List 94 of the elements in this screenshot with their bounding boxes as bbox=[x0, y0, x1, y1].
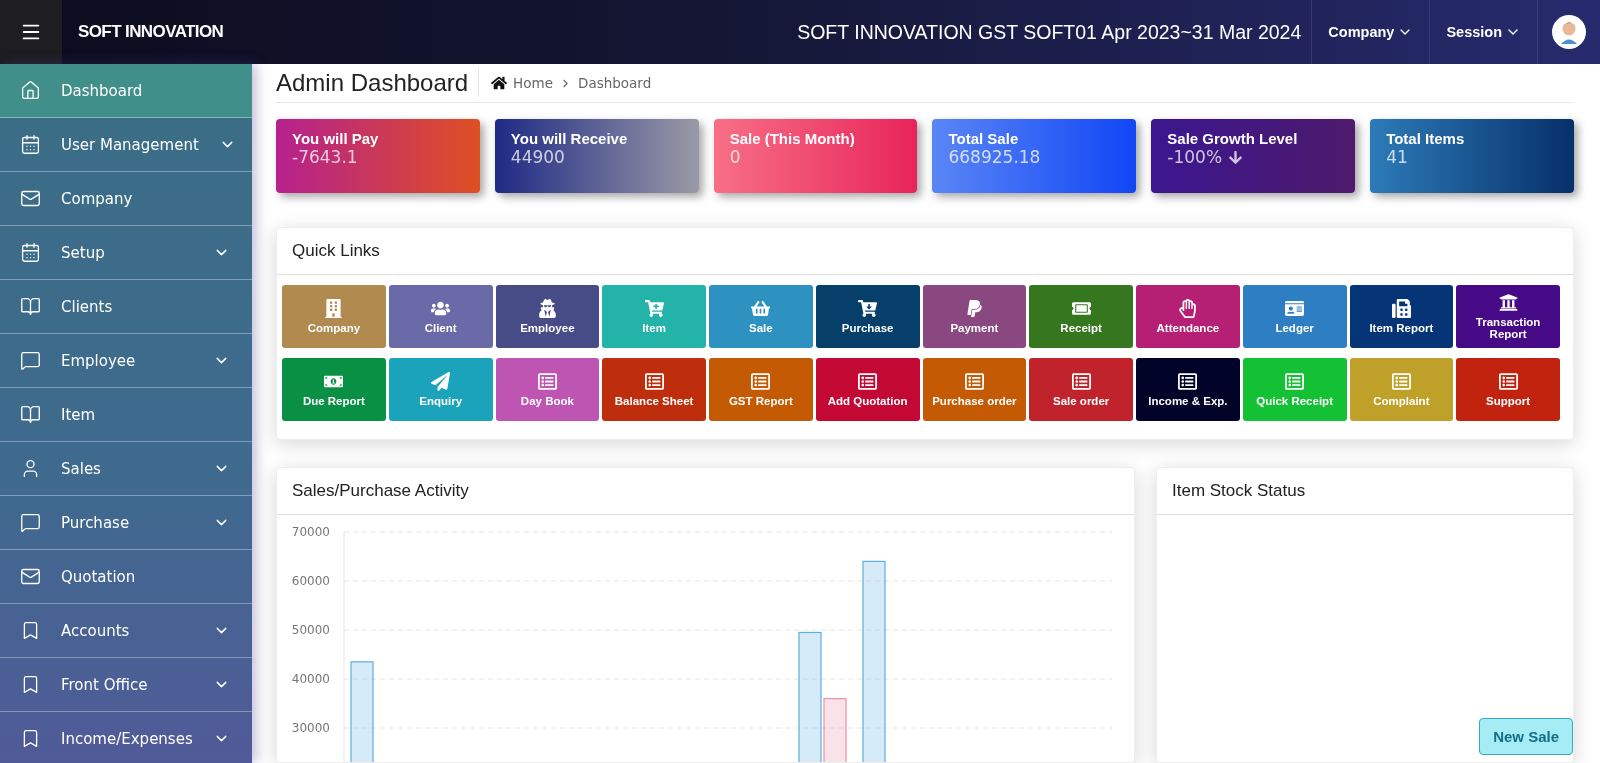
sidebar-item-label: Income/Expenses bbox=[61, 729, 193, 748]
stat-value: 41 bbox=[1386, 147, 1408, 167]
stat-label: Total Sale bbox=[948, 130, 1020, 147]
list-icon bbox=[537, 371, 557, 391]
quick-link-tile[interactable]: GST Report bbox=[709, 358, 813, 421]
book-icon bbox=[20, 296, 41, 317]
paper-plane-icon bbox=[431, 371, 451, 391]
chat-icon bbox=[20, 512, 41, 533]
new-sale-button[interactable]: New Sale bbox=[1479, 718, 1573, 755]
mail-icon bbox=[20, 188, 41, 209]
avatar[interactable] bbox=[1552, 15, 1586, 49]
sidebar-item-label: Purchase bbox=[61, 513, 131, 532]
sidebar-item-label: Item bbox=[61, 405, 97, 424]
sidebar-item-label: Employee bbox=[61, 351, 137, 370]
sidebar-item-label: Dashboard bbox=[61, 81, 144, 100]
panel-title: Sales/Purchase Activity bbox=[277, 468, 1134, 515]
basket-icon bbox=[751, 298, 771, 318]
sidebar-item-label: User Management bbox=[61, 135, 199, 154]
sidebar-item[interactable]: Dashboard bbox=[0, 64, 252, 118]
letter-p-icon bbox=[964, 298, 984, 318]
quick-link-tile[interactable]: Enquiry bbox=[388, 358, 493, 421]
id-card-icon bbox=[1285, 298, 1305, 318]
list-icon bbox=[964, 371, 984, 391]
stat-value: -7643.1 bbox=[292, 147, 358, 167]
quick-link-tile[interactable]: Attendance bbox=[1136, 285, 1240, 348]
quick-link-tile[interactable]: Due Report bbox=[282, 358, 386, 421]
quick-link-tile[interactable]: Payment bbox=[922, 285, 1027, 348]
quick-link-tile[interactable]: Support bbox=[1456, 358, 1560, 421]
quick-link-tile[interactable]: Employee bbox=[495, 285, 600, 348]
hand-icon bbox=[1178, 298, 1198, 318]
list-icon bbox=[1178, 371, 1198, 391]
quick-link-tile[interactable]: Day Book bbox=[495, 358, 600, 421]
quick-link-tile[interactable]: Item Report bbox=[1349, 285, 1454, 348]
panel-title: Item Stock Status bbox=[1157, 468, 1573, 515]
header-title: SOFT INNOVATION GST SOFT01 Apr 2023~31 Mar 2024 bbox=[797, 20, 1303, 44]
calendar-icon bbox=[20, 242, 41, 263]
quick-link-tile[interactable]: Income & Exp. bbox=[1136, 358, 1240, 421]
list-icon bbox=[751, 371, 771, 391]
list-icon bbox=[1071, 371, 1091, 391]
stat-value: -100% bbox=[1167, 147, 1223, 167]
quick-link-tile[interactable]: Ledger bbox=[1242, 285, 1347, 348]
cart-down-icon bbox=[858, 298, 878, 318]
mail-icon bbox=[20, 566, 41, 587]
chat-icon bbox=[20, 350, 41, 371]
sidebar-item-label: Sales bbox=[61, 459, 102, 478]
stat-value: 0 bbox=[729, 147, 741, 167]
stat-value: 668925.18 bbox=[948, 147, 1041, 167]
book-icon bbox=[20, 404, 41, 425]
quick-link-tile[interactable]: Sale bbox=[709, 285, 813, 348]
spy-icon bbox=[537, 298, 557, 318]
stat-label: You will Pay bbox=[292, 130, 380, 147]
list-icon bbox=[1498, 371, 1518, 391]
calendar-icon bbox=[20, 134, 41, 155]
sidebar-item-label: Setup bbox=[61, 243, 106, 262]
stat-label: Total Items bbox=[1386, 130, 1466, 147]
list-icon bbox=[858, 371, 878, 391]
list-icon bbox=[1391, 371, 1411, 391]
axis-tick-label: 40000 bbox=[291, 672, 330, 686]
axis-tick-label: 70000 bbox=[291, 525, 330, 539]
stat-label: You will Receive bbox=[510, 130, 629, 147]
sidebar-item-label: Front Office bbox=[61, 675, 149, 694]
list-icon bbox=[1285, 371, 1305, 391]
axis-tick-label: 60000 bbox=[291, 574, 330, 588]
building-icon bbox=[324, 298, 344, 318]
sidebar-item-label: Company bbox=[61, 189, 134, 208]
sidebar-item-label: Clients bbox=[61, 297, 114, 316]
quick-link-tile[interactable]: Receipt bbox=[1029, 285, 1133, 348]
quick-link-tile[interactable]: Sale order bbox=[1029, 358, 1133, 421]
menu-button[interactable] bbox=[0, 0, 62, 64]
fax-icon bbox=[1391, 298, 1411, 318]
quick-link-tile[interactable]: Transaction Report bbox=[1456, 285, 1560, 348]
page-title: Admin Dashboard bbox=[276, 69, 480, 97]
stat-value: 44900 bbox=[510, 147, 565, 167]
sidebar-item-label: Accounts bbox=[61, 621, 131, 640]
quick-link-tile[interactable]: Add Quotation bbox=[815, 358, 920, 421]
stat-label: Sale (This Month) bbox=[729, 130, 856, 147]
quick-link-tile[interactable]: Purchase order bbox=[922, 358, 1027, 421]
panel-title: Quick Links bbox=[277, 228, 1573, 275]
stat-label: Sale Growth Level bbox=[1167, 130, 1299, 147]
bank-icon bbox=[1498, 292, 1518, 312]
house-icon bbox=[20, 80, 41, 101]
brand-logo: SOFT INNOVATION bbox=[78, 22, 224, 42]
quick-link-tile[interactable]: Client bbox=[388, 285, 493, 348]
sidebar-item-label: Quotation bbox=[61, 567, 137, 586]
cart-plus-icon bbox=[644, 298, 664, 318]
breadcrumb-link[interactable]: Dashboard bbox=[578, 75, 652, 91]
breadcrumb-link[interactable]: Home bbox=[513, 75, 553, 91]
home-icon bbox=[491, 75, 508, 91]
quick-link-tile[interactable]: Company bbox=[282, 285, 386, 348]
list-icon bbox=[644, 371, 664, 391]
axis-tick-label: 30000 bbox=[291, 721, 330, 735]
quick-link-tile[interactable]: Balance Sheet bbox=[602, 358, 706, 421]
axis-tick-label: 50000 bbox=[291, 623, 330, 637]
quick-link-tile[interactable]: Purchase bbox=[815, 285, 920, 348]
